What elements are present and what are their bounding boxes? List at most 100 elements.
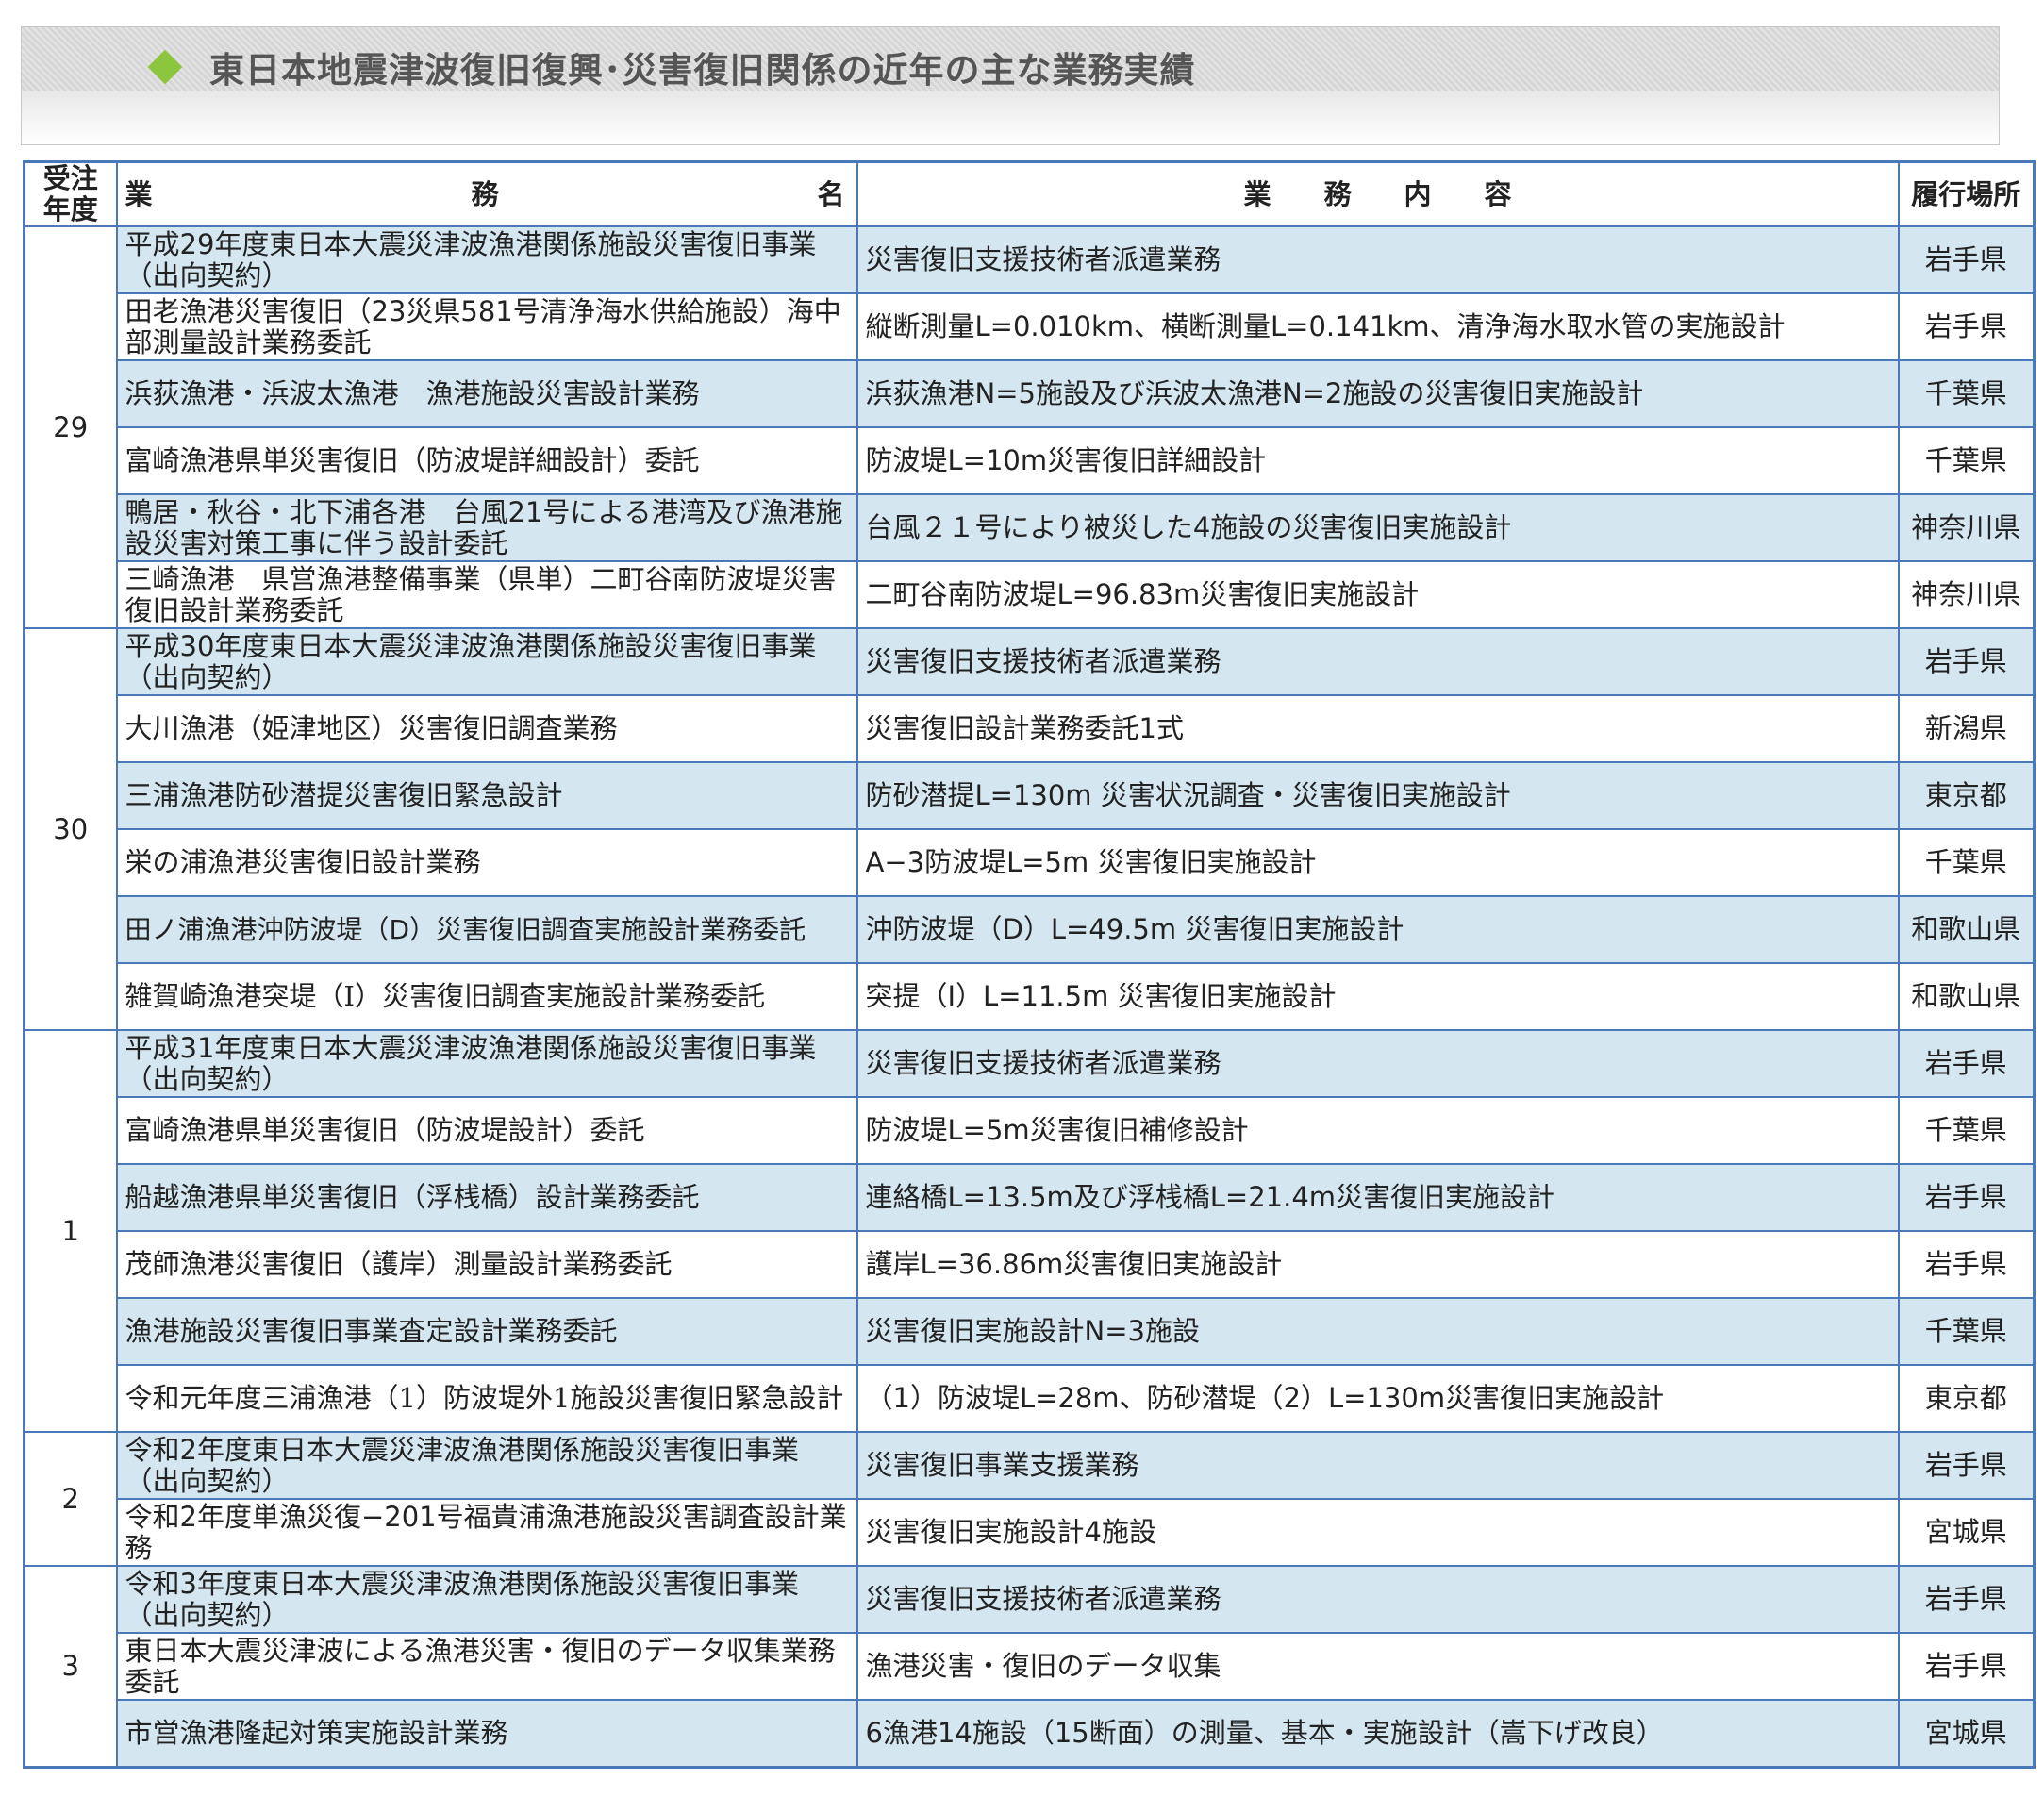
- table-row: 市営漁港隆起対策実施設計業務 6漁港14施設（15断面）の測量、基本・実施設計（…: [25, 1699, 2036, 1769]
- results-table: 受注 年度 業 務 名 業務内容 履行場所 29 平成29年度東日本大震災津波漁…: [23, 160, 2036, 1769]
- header-name-char: 務: [471, 177, 499, 210]
- project-place: 東京都: [1897, 761, 2036, 830]
- project-place: 岩手県: [1897, 1565, 2036, 1634]
- project-name: 田ノ浦漁港沖防波堤（D）災害復旧調査実施設計業務委託: [115, 895, 858, 964]
- project-content: 防砂潜提L=130m 災害状況調査・災害復旧実施設計: [856, 761, 1900, 830]
- header-content-char: 容: [1484, 177, 1512, 210]
- project-name: 雑賀崎漁港突堤（I）災害復旧調査実施設計業務委託: [115, 962, 858, 1031]
- header-name: 業 務 名: [115, 160, 858, 227]
- project-place: 岩手県: [1897, 1163, 2036, 1232]
- table-row: 鴨居・秋谷・北下浦各港 台風21号による港湾及び漁港施設災害対策工事に伴う設計委…: [25, 493, 2036, 562]
- project-content: 沖防波堤（D）L=49.5m 災害復旧実施設計: [856, 895, 1900, 964]
- table-row: 漁港施設災害復旧事業査定設計業務委託 災害復旧実施設計N=3施設 千葉県: [25, 1297, 2036, 1366]
- year-cell: 2: [23, 1431, 118, 1567]
- project-place: 岩手県: [1897, 1029, 2036, 1098]
- table-row: 29 平成29年度東日本大震災津波漁港関係施設災害復旧事業（出向契約） 災害復旧…: [23, 225, 2036, 629]
- project-content: 防波堤L=10m災害復旧詳細設計: [856, 426, 1900, 495]
- table-row: 三崎漁港 県営漁港整備事業（県単）二町谷南防波堤災害復旧設計業務委託 二町谷南防…: [25, 560, 2036, 629]
- project-name: 三浦漁港防砂潜提災害復旧緊急設計: [115, 761, 858, 830]
- project-name: 船越漁港県単災害復旧（浮桟橋）設計業務委託: [115, 1163, 858, 1232]
- project-place: 岩手県: [1897, 1632, 2036, 1701]
- table-row: 田ノ浦漁港沖防波堤（D）災害復旧調査実施設計業務委託 沖防波堤（D）L=49.5…: [25, 895, 2036, 964]
- project-place: 千葉県: [1897, 1297, 2036, 1366]
- table-row: 栄の浦漁港災害復旧設計業務 A−3防波堤L=5m 災害復旧実施設計 千葉県: [25, 828, 2036, 897]
- project-place: 岩手県: [1897, 627, 2036, 696]
- project-place: 宮城県: [1897, 1699, 2036, 1769]
- header-content-char: 務: [1323, 177, 1352, 210]
- year-cell: 29: [23, 225, 118, 629]
- table-row: 大川漁港（姫津地区）災害復旧調査業務 災害復旧設計業務委託1式 新潟県: [25, 694, 2036, 763]
- project-content: 災害復旧支援技術者派遣業務: [856, 1565, 1900, 1634]
- project-name: 令和3年度東日本大震災津波漁港関係施設災害復旧事業（出向契約）: [115, 1565, 858, 1634]
- table-row: 東日本大震災津波による漁港災害・復旧のデータ収集業務委託 漁港災害・復旧のデータ…: [25, 1632, 2036, 1701]
- table-row: 令和元年度三浦漁港（1）防波堤外1施設災害復旧緊急設計 （1）防波堤L=28m、…: [25, 1364, 2036, 1433]
- table-row: 浜荻漁港・浜波太漁港 漁港施設災害設計業務 浜荻漁港N=5施設及び浜波太漁港N=…: [25, 359, 2036, 428]
- project-content: 護岸L=36.86m災害復旧実施設計: [856, 1230, 1900, 1299]
- table-row: 富崎漁港県単災害復旧（防波堤設計）委託 防波堤L=5m災害復旧補修設計 千葉県: [25, 1096, 2036, 1165]
- project-place: 神奈川県: [1897, 493, 2036, 562]
- project-name: 栄の浦漁港災害復旧設計業務: [115, 828, 858, 897]
- project-content: 災害復旧支援技術者派遣業務: [856, 225, 1900, 294]
- project-name: 富崎漁港県単災害復旧（防波堤設計）委託: [115, 1096, 858, 1165]
- project-name: 平成30年度東日本大震災津波漁港関係施設災害復旧事業（出向契約）: [115, 627, 858, 696]
- project-content: 災害復旧支援技術者派遣業務: [856, 1029, 1900, 1098]
- table-row: 茂師漁港災害復旧（護岸）測量設計業務委託 護岸L=36.86m災害復旧実施設計 …: [25, 1230, 2036, 1299]
- header-name-char: 名: [817, 177, 845, 210]
- project-content: 突提（I）L=11.5m 災害復旧実施設計: [856, 962, 1900, 1031]
- project-name: 市営漁港隆起対策実施設計業務: [115, 1699, 858, 1769]
- header-content: 業務内容: [856, 160, 1900, 227]
- project-name: 鴨居・秋谷・北下浦各港 台風21号による港湾及び漁港施設災害対策工事に伴う設計委…: [115, 493, 858, 562]
- table-row: 田老漁港災害復旧（23災県581号清浄海水供給施設）海中部測量設計業務委託 縦断…: [25, 292, 2036, 361]
- project-name: 平成29年度東日本大震災津波漁港関係施設災害復旧事業（出向契約）: [115, 225, 858, 294]
- table-row: 令和2年度単漁災復−201号福貴浦漁港施設災害調査設計業務 災害復旧実施設計4施…: [25, 1498, 2036, 1567]
- project-content: 台風２１号により被災した4施設の災害復旧実施設計: [856, 493, 1900, 562]
- project-content: 防波堤L=5m災害復旧補修設計: [856, 1096, 1900, 1165]
- project-place: 千葉県: [1897, 1096, 2036, 1165]
- project-name: 漁港施設災害復旧事業査定設計業務委託: [115, 1297, 858, 1366]
- table-row: 2 令和2年度東日本大震災津波漁港関係施設災害復旧事業（出向契約） 災害復旧事業…: [23, 1431, 2036, 1567]
- project-name: 田老漁港災害復旧（23災県581号清浄海水供給施設）海中部測量設計業務委託: [115, 292, 858, 361]
- header-place: 履行場所: [1897, 160, 2036, 227]
- project-name: 三崎漁港 県営漁港整備事業（県単）二町谷南防波堤災害復旧設計業務委託: [115, 560, 858, 629]
- project-name: 茂師漁港災害復旧（護岸）測量設計業務委託: [115, 1230, 858, 1299]
- project-place: 岩手県: [1897, 1230, 2036, 1299]
- table-row: 三浦漁港防砂潜提災害復旧緊急設計 防砂潜提L=130m 災害状況調査・災害復旧実…: [25, 761, 2036, 830]
- header-year-line2: 年度: [42, 193, 98, 225]
- project-content: （1）防波堤L=28m、防砂潜堤（2）L=130m災害復旧実施設計: [856, 1364, 1900, 1433]
- project-place: 東京都: [1897, 1364, 2036, 1433]
- project-name: 大川漁港（姫津地区）災害復旧調査業務: [115, 694, 858, 763]
- project-name: 浜荻漁港・浜波太漁港 漁港施設災害設計業務: [115, 359, 858, 428]
- project-content: 二町谷南防波堤L=96.83m災害復旧実施設計: [856, 560, 1900, 629]
- project-name: 東日本大震災津波による漁港災害・復旧のデータ収集業務委託: [115, 1632, 858, 1701]
- project-place: 岩手県: [1897, 225, 2036, 294]
- project-content: 連絡橋L=13.5m及び浮桟橋L=21.4m災害復旧実施設計: [856, 1163, 1900, 1232]
- project-name: 令和元年度三浦漁港（1）防波堤外1施設災害復旧緊急設計: [115, 1364, 858, 1433]
- project-name: 令和2年度東日本大震災津波漁港関係施設災害復旧事業（出向契約）: [115, 1431, 858, 1500]
- project-place: 和歌山県: [1897, 962, 2036, 1031]
- year-cell: 30: [23, 627, 118, 1031]
- page: 東日本地震津波復旧復興･災害復旧関係の近年の主な業務実績 受注 年度 業 務 名: [0, 0, 2044, 1813]
- project-content: 浜荻漁港N=5施設及び浜波太漁港N=2施設の災害復旧実施設計: [856, 359, 1900, 428]
- project-content: 縦断測量L=0.010km、横断測量L=0.141km、清浄海水取水管の実施設計: [856, 292, 1900, 361]
- project-name: 平成31年度東日本大震災津波漁港関係施設災害復旧事業（出向契約）: [115, 1029, 858, 1098]
- project-name: 富崎漁港県単災害復旧（防波堤詳細設計）委託: [115, 426, 858, 495]
- project-place: 千葉県: [1897, 426, 2036, 495]
- header-content-char: 業: [1243, 177, 1271, 210]
- table-row: 1 平成31年度東日本大震災津波漁港関係施設災害復旧事業（出向契約） 災害復旧支…: [23, 1029, 2036, 1433]
- table-row: 船越漁港県単災害復旧（浮桟橋）設計業務委託 連絡橋L=13.5m及び浮桟橋L=2…: [25, 1163, 2036, 1232]
- page-title: 東日本地震津波復旧復興･災害復旧関係の近年の主な業務実績: [209, 50, 1196, 91]
- project-content: 災害復旧事業支援業務: [856, 1431, 1900, 1500]
- project-place: 宮城県: [1897, 1498, 2036, 1567]
- project-place: 岩手県: [1897, 1431, 2036, 1500]
- project-content: 災害復旧実施設計N=3施設: [856, 1297, 1900, 1366]
- project-name: 令和2年度単漁災復−201号福貴浦漁港施設災害調査設計業務: [115, 1498, 858, 1567]
- table-row: 雑賀崎漁港突堤（I）災害復旧調査実施設計業務委託 突提（I）L=11.5m 災害…: [25, 962, 2036, 1031]
- project-content: 災害復旧支援技術者派遣業務: [856, 627, 1900, 696]
- project-place: 千葉県: [1897, 359, 2036, 428]
- header-year-line1: 受注: [42, 162, 98, 194]
- year-cell: 3: [23, 1565, 118, 1769]
- project-place: 和歌山県: [1897, 895, 2036, 964]
- project-content: A−3防波堤L=5m 災害復旧実施設計: [856, 828, 1900, 897]
- project-place: 新潟県: [1897, 694, 2036, 763]
- table-row: 30 平成30年度東日本大震災津波漁港関係施設災害復旧事業（出向契約） 災害復旧…: [23, 627, 2036, 1031]
